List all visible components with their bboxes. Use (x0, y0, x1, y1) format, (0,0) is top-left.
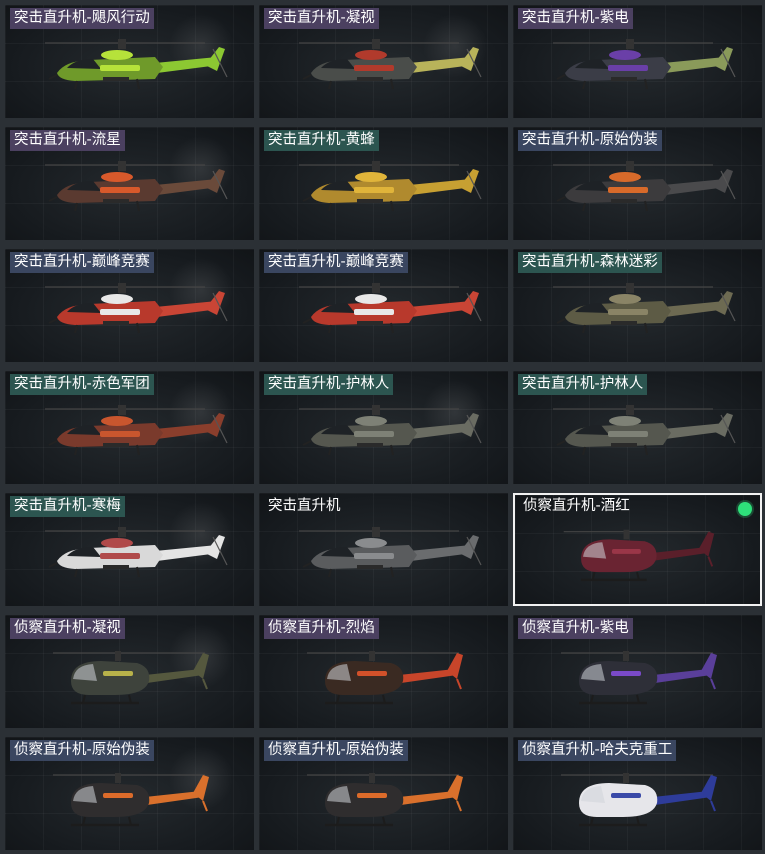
attack-helicopter-icon (299, 405, 482, 456)
skin-card[interactable]: 侦察直升机-哈夫克重工 (513, 737, 762, 850)
skin-name: 突击直升机-流星 (10, 130, 125, 151)
recon-helicopter-icon (307, 773, 463, 827)
skin-card[interactable]: 侦察直升机-酒红 (513, 493, 762, 606)
attack-helicopter-icon (45, 405, 228, 456)
skin-name: 突击直升机-巅峰竞赛 (264, 252, 408, 273)
skin-card[interactable]: 突击直升机-紫电 (513, 5, 762, 118)
skin-name: 突击直升机-寒梅 (10, 496, 125, 517)
skin-card[interactable]: 突击直升机-巅峰竞赛 (5, 249, 254, 362)
skin-card[interactable]: 突击直升机-赤色军团 (5, 371, 254, 484)
skin-name: 侦察直升机-紫电 (518, 618, 633, 639)
skin-name: 侦察直升机-原始伪装 (10, 740, 154, 761)
skin-card[interactable]: 突击直升机-飓风行动 (5, 5, 254, 118)
equipped-indicator-icon (738, 502, 752, 516)
skin-name: 侦察直升机-烈焰 (264, 618, 379, 639)
skin-name: 突击直升机-黄蜂 (264, 130, 379, 151)
skin-card[interactable]: 侦察直升机-原始伪装 (259, 737, 508, 850)
skin-card[interactable]: 突击直升机-寒梅 (5, 493, 254, 606)
attack-helicopter-icon (299, 527, 482, 578)
attack-helicopter-icon (45, 527, 228, 578)
attack-helicopter-icon (553, 161, 736, 212)
recon-helicopter-icon (53, 651, 209, 705)
skin-card[interactable]: 突击直升机-原始伪装 (513, 127, 762, 240)
skin-card[interactable]: 突击直升机-流星 (5, 127, 254, 240)
recon-helicopter-icon (561, 773, 717, 827)
attack-helicopter-icon (299, 161, 482, 212)
skin-card[interactable]: 突击直升机-护林人 (259, 371, 508, 484)
skin-name: 侦察直升机-原始伪装 (264, 740, 408, 761)
skin-card[interactable]: 突击直升机-森林迷彩 (513, 249, 762, 362)
skin-card[interactable]: 突击直升机-黄蜂 (259, 127, 508, 240)
attack-helicopter-icon (299, 283, 482, 334)
skin-name: 突击直升机-森林迷彩 (518, 252, 662, 273)
attack-helicopter-icon (299, 39, 482, 90)
skin-card[interactable]: 突击直升机-巅峰竞赛 (259, 249, 508, 362)
attack-helicopter-icon (553, 39, 736, 90)
attack-helicopter-icon (45, 283, 228, 334)
skin-name: 突击直升机-紫电 (518, 8, 633, 29)
skin-name: 突击直升机-赤色军团 (10, 374, 154, 395)
skin-name: 突击直升机-凝视 (264, 8, 379, 29)
attack-helicopter-icon (553, 405, 736, 456)
skin-name: 突击直升机-护林人 (518, 374, 648, 395)
skin-card[interactable]: 侦察直升机-紫电 (513, 615, 762, 728)
skin-name: 侦察直升机-酒红 (523, 498, 630, 514)
skin-name: 突击直升机-巅峰竞赛 (10, 252, 154, 273)
recon-helicopter-icon (53, 773, 209, 827)
skin-name: 突击直升机 (268, 498, 341, 514)
skin-card[interactable]: 突击直升机-凝视 (259, 5, 508, 118)
recon-helicopter-icon (307, 651, 463, 705)
skin-card[interactable]: 侦察直升机-凝视 (5, 615, 254, 728)
attack-helicopter-icon (45, 161, 228, 212)
skin-card[interactable]: 突击直升机 (259, 493, 508, 606)
skin-name: 突击直升机-护林人 (264, 374, 394, 395)
skin-name: 侦察直升机-凝视 (10, 618, 125, 639)
recon-helicopter-icon (563, 529, 715, 582)
skin-card[interactable]: 突击直升机-护林人 (513, 371, 762, 484)
skin-grid: 突击直升机-飓风行动 突击直升机-凝视 突击直升机-紫电 突击直升机-流星 突击直升机-… (5, 5, 762, 850)
skin-name: 突击直升机-原始伪装 (518, 130, 662, 151)
recon-helicopter-icon (561, 651, 717, 705)
attack-helicopter-icon (45, 39, 228, 90)
skin-card[interactable]: 侦察直升机-原始伪装 (5, 737, 254, 850)
skin-name: 侦察直升机-哈夫克重工 (518, 740, 677, 761)
skin-name: 突击直升机-飓风行动 (10, 8, 154, 29)
attack-helicopter-icon (553, 283, 736, 334)
skin-card[interactable]: 侦察直升机-烈焰 (259, 615, 508, 728)
